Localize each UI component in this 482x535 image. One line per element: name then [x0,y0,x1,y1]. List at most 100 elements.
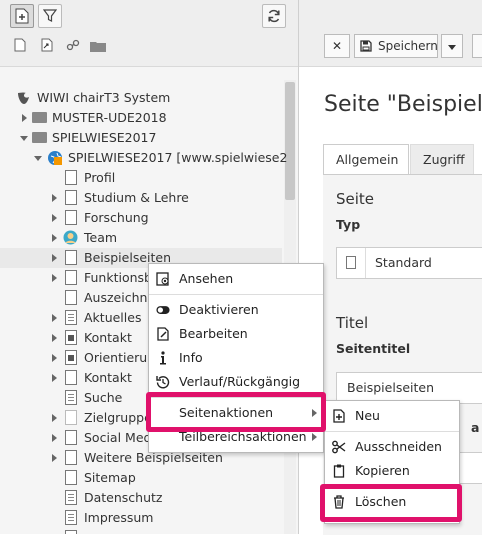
tree-scroll-thumb[interactable] [285,82,295,200]
save-button[interactable]: Speichern [354,34,438,58]
submenu-item-kopieren[interactable]: Kopieren [325,460,459,482]
chevron-right-icon [312,433,317,441]
page-icon [65,470,77,485]
expand-caret-icon[interactable] [52,354,57,362]
submenu-item-label: Neu [355,408,380,423]
tree-item-forschung[interactable]: Forschung [0,208,282,228]
more-button[interactable] [472,34,482,58]
collapse-caret-icon[interactable] [34,156,42,161]
drag-folder-icon[interactable] [90,40,106,55]
refresh-button[interactable] [262,4,286,28]
expand-caret-icon[interactable] [52,454,57,462]
close-button[interactable]: ✕ [324,34,350,58]
menu-item-bearbeiten[interactable]: Bearbeiten [149,323,323,345]
document-page-icon [65,490,77,505]
tree-item-label: Kontakt [84,370,132,385]
collapse-caret-icon[interactable] [20,136,28,141]
tree-item-label: Funktionsb [84,270,152,285]
drag-link-icon[interactable] [66,39,80,54]
expand-caret-icon[interactable] [52,214,57,222]
menu-item-ansehen[interactable]: Ansehen [149,268,323,290]
page-icon [65,270,77,285]
type-select-value: Standard [375,255,432,270]
copy-icon [332,464,346,478]
info-icon [156,351,170,365]
typo3-logo-icon [18,92,29,104]
new-page-toggle-button[interactable] [10,4,34,28]
drag-shortcut-icon[interactable] [41,38,53,55]
section-heading-titel: Titel [336,314,369,332]
tree-item-label: Orientierun [84,350,156,365]
view-icon [156,272,170,286]
tree-item-label: Kontakt [84,330,132,345]
section-heading-seite: Seite [336,190,375,208]
expand-caret-icon[interactable] [52,274,57,282]
page-icon [65,190,77,205]
type-field-label: Typ [336,217,361,232]
menu-item-info[interactable]: Info [149,347,323,369]
drag-page-icon[interactable] [14,38,26,55]
tree-item-label: Zielgruppe [84,410,152,425]
submenu-item-ausschneiden[interactable]: Ausschneiden [325,436,459,458]
expand-caret-icon[interactable] [52,314,57,322]
save-dropdown-button[interactable] [441,34,463,58]
menu-item-verlauf[interactable]: Verlauf/Rückgängig [149,371,323,393]
tree-item-label: Datenschutz [84,490,163,505]
expand-caret-icon[interactable] [52,334,57,342]
tree-item-datenschutz[interactable]: Datenschutz [0,488,282,508]
expand-caret-icon[interactable] [52,254,57,262]
expand-caret-icon[interactable] [52,194,57,202]
menu-item-label: Ansehen [179,271,234,286]
tree-item-label: Social Med [84,430,152,445]
tree-item-profil[interactable]: Profil [0,168,282,188]
page-icon [65,250,77,265]
news-page-icon [65,310,77,325]
hidden-page-icon [65,410,77,425]
tree-item-muster[interactable]: MUSTER-UDE2018 [0,108,282,128]
tree-item-label: SPIELWIESE2017 [www.spielwiese2 [68,150,288,165]
folder-icon [32,112,47,123]
new-page-icon [332,409,346,423]
tree-item-label: Impressum [84,510,154,525]
new-page-icon [15,8,29,24]
tree-item-partial[interactable] [0,528,282,534]
user-page-icon [63,230,78,245]
tree-item-studium[interactable]: Studium & Lehre [0,188,282,208]
filter-icon [43,9,57,22]
menu-item-label: Info [179,350,203,365]
page-icon [65,170,77,185]
tree-item-sitemap[interactable]: Sitemap [0,468,282,488]
expand-caret-icon[interactable] [52,414,57,422]
tab-zugriff[interactable]: Zugriff [410,144,474,174]
partial-field-label: a [471,420,480,435]
tree-item-impressum[interactable]: Impressum [0,508,282,528]
expand-caret-icon[interactable] [52,374,57,382]
save-button-label: Speichern [378,39,438,53]
tree-item-label: SPIELWIESE2017 [52,130,157,145]
page-icon [65,530,77,534]
scissors-icon [332,440,346,454]
menu-item-label: Deaktivieren [179,302,259,317]
folder-icon [32,132,47,143]
expand-caret-icon[interactable] [52,434,57,442]
tab-allgemein[interactable]: Allgemein [323,144,409,174]
tree-item-team[interactable]: Team [0,228,282,248]
expand-caret-icon[interactable] [52,234,57,242]
filter-button[interactable] [38,4,62,28]
submenu-item-label: Kopieren [355,463,410,478]
menu-item-deaktivieren[interactable]: Deaktivieren [149,299,323,321]
tree-root-row[interactable]: WIWI chairT3 System [0,88,282,108]
type-icon-box [337,248,366,278]
tree-item-spielwiese[interactable]: SPIELWIESE2017 [0,128,282,148]
tree-item-spielwiese-site[interactable]: SPIELWIESE2017 [www.spielwiese2 [0,148,287,168]
tree-item-label: MUSTER-UDE2018 [52,110,167,125]
shortcut-page-icon [65,350,77,365]
type-select[interactable]: Standard [336,247,482,279]
refresh-icon [268,9,280,23]
site-root-globe-icon [48,151,62,165]
submenu-item-neu[interactable]: Neu [325,405,459,427]
expand-caret-icon[interactable] [22,114,27,122]
tree-root-label: WIWI chairT3 System [37,90,171,105]
shortcut-page-icon [65,330,77,345]
history-icon [156,375,170,389]
